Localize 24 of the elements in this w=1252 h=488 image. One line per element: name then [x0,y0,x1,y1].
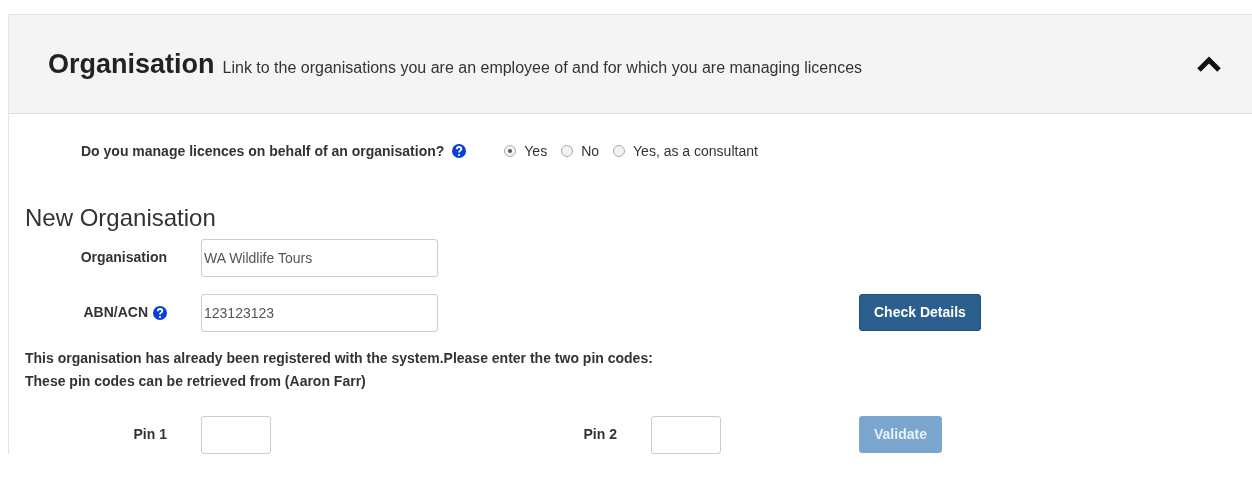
radio-label: No [581,141,600,161]
radio-button[interactable] [504,145,517,157]
collapse-icon[interactable] [1196,55,1222,73]
radio-label: Yes, as a consultant [633,141,758,161]
pin-field[interactable] [651,415,721,454]
radio-button[interactable] [613,145,626,157]
message-text: This organisation has already been registered with the system.Please enter the two pin codes: [24,348,654,368]
radio-button[interactable] [561,145,574,157]
help-icon[interactable] [153,305,167,320]
pin-field[interactable] [201,415,271,454]
radio-label: Yes [524,141,548,161]
text-field[interactable]: 123123123 [201,293,438,332]
message-text: These pin codes can be retrieved from (Aaron Farr) [24,371,367,391]
field-label: Pin 1 [133,425,167,445]
field-label: Organisation [80,248,167,268]
check-details-button[interactable]: Check Details [859,294,981,332]
field-label: ABN/ACN [83,303,148,323]
question-label: Do you manage licences on behalf of an organisation? [81,141,445,161]
section-title: New Organisation [24,204,217,233]
panel-title: Organisation [48,47,215,81]
text-field[interactable]: WA Wildlife Tours [201,238,438,277]
field-label: Pin 2 [583,425,617,445]
panel-subtitle: Link to the organisations you are an employee of and for which you are managing licences [222,57,863,78]
help-icon[interactable] [452,144,467,158]
